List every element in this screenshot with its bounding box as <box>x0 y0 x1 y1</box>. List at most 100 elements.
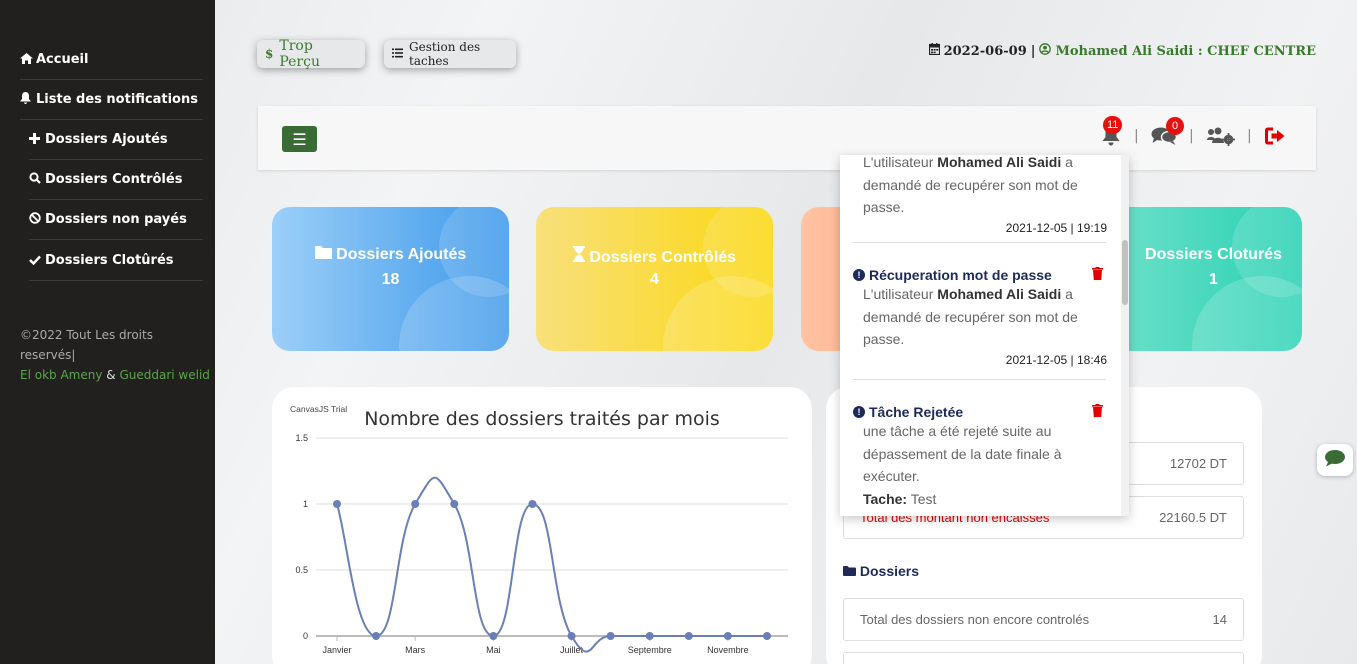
chart-data-point[interactable] <box>567 632 576 640</box>
chart-y-tick-label: 0 <box>303 631 308 641</box>
trash-icon[interactable] <box>1092 267 1103 283</box>
sign-out-icon <box>1265 127 1287 149</box>
chart-title: Nombre des dossiers traités par mois <box>364 408 720 430</box>
stat-card-value: 18 <box>381 271 400 288</box>
notification-divider <box>853 379 1106 380</box>
stat-row-value: 12702 DT <box>1169 456 1227 471</box>
ban-icon <box>29 212 43 227</box>
notification-body-prefix: L'utilisateur <box>863 286 934 302</box>
chart-data-point[interactable] <box>606 632 615 640</box>
sidebar-item-label: Liste des notifications <box>36 92 198 107</box>
trash-icon[interactable] <box>1092 404 1103 420</box>
sidebar-item-label: Dossiers Clotûrés <box>45 253 174 268</box>
top-navbar: ☰ 11 | 0 | | <box>258 106 1316 170</box>
chart-x-tick-label: Mai <box>486 645 501 655</box>
stat-card-dossiers-ajoutes[interactable]: Dossiers Ajoutés 18 <box>272 207 509 351</box>
stat-row-value: 14 <box>1212 612 1227 627</box>
sidebar-item-label: Dossiers non payés <box>45 212 187 227</box>
sidebar-item-label: Accueil <box>36 52 89 67</box>
notification-task: Tache: Test <box>853 488 1107 511</box>
sidebar-item-accueil[interactable]: Accueil <box>20 40 203 80</box>
dossiers-heading-label: Dossiers <box>859 563 920 579</box>
stat-card-title: Dossiers Ajoutés <box>336 246 467 263</box>
chart-data-point[interactable] <box>723 632 732 640</box>
chart-y-tick-label: 1.5 <box>295 433 308 443</box>
user-name-role[interactable]: Mohamed Ali Saidi : CHEF CENTRE <box>1055 44 1316 59</box>
gestion-taches-label: Gestion des taches <box>409 40 481 68</box>
notification-title: Récuperation mot de passe <box>869 267 1052 283</box>
chart-watermark: CanvasJS Trial <box>290 404 347 414</box>
chat-widget-button[interactable] <box>1317 444 1353 476</box>
dollar-icon: $ <box>265 47 274 61</box>
folder-icon <box>314 246 336 263</box>
chart-data-point[interactable] <box>333 500 341 508</box>
logout-button[interactable] <box>1264 125 1288 151</box>
notification-task-label: Tache: <box>863 490 908 507</box>
chart-x-tick-label: Septembre <box>628 645 672 655</box>
line-chart: CanvasJS Trial Nombre des dossiers trait… <box>290 404 788 655</box>
notification-item[interactable]: ! Récuperation mot de passe L'utilisateu… <box>853 267 1107 367</box>
info-circle-icon: ! <box>853 406 865 418</box>
chart-data-point[interactable] <box>528 500 537 508</box>
sidebar-item-dossiers-ajoutes[interactable]: Dossiers Ajoutés <box>29 120 203 160</box>
stat-card-title: Dossiers Cloturés <box>1145 246 1282 263</box>
author-link-2[interactable]: Gueddari welid <box>119 368 209 382</box>
current-date: 2022-06-09 <box>943 43 1027 59</box>
notification-body-prefix: L'utilisateur <box>863 155 934 170</box>
scrollbar-thumb[interactable] <box>1122 240 1128 305</box>
check-icon <box>29 254 43 268</box>
notification-divider <box>853 242 1106 243</box>
calendar-icon <box>928 43 940 59</box>
sidebar-item-dossiers-non-payes[interactable]: Dossiers non payés <box>29 200 203 240</box>
navbar-separator: | <box>1247 128 1252 144</box>
plus-icon <box>29 132 43 147</box>
stat-row <box>843 652 1244 664</box>
chart-data-point[interactable] <box>684 632 693 640</box>
stat-card-value: 4 <box>650 271 659 288</box>
search-icon <box>29 172 43 187</box>
dossiers-heading: Dossiers <box>843 563 919 579</box>
folder-icon <box>843 563 860 579</box>
notification-body: L'utilisateur Mohamed Ali Saidi a demand… <box>853 283 1107 351</box>
sidebar-item-notifications[interactable]: Liste des notifications <box>20 80 203 120</box>
trop-percu-button[interactable]: $ Trop Perçu <box>257 38 365 70</box>
notification-body: une tâche a été rejeté suite au dépassem… <box>863 423 1062 484</box>
author-link-1[interactable]: El okb Ameny <box>20 368 102 382</box>
sidebar-item-label: Dossiers Contrôlés <box>45 172 183 187</box>
info-circle-icon: ! <box>853 269 865 281</box>
author-separator: & <box>106 368 116 382</box>
chart-data-point[interactable] <box>372 632 381 640</box>
notification-title: Tâche Rejetée <box>869 404 964 420</box>
notification-body-user: Mohamed Ali Saidi <box>937 286 1062 302</box>
notification-item[interactable]: ! Tâche Rejetée une tâche a été rejeté s… <box>853 404 1107 510</box>
stat-row: Total des dossiers non encore controlés … <box>843 598 1244 641</box>
message-count-badge: 0 <box>1166 117 1184 135</box>
bell-icon <box>20 92 34 107</box>
header-separator: | <box>1030 43 1036 59</box>
chart-data-point[interactable] <box>645 632 654 640</box>
chart-data-point[interactable] <box>450 500 459 508</box>
chart-data-point[interactable] <box>763 632 771 640</box>
sidebar-item-dossiers-clotures[interactable]: Dossiers Clotûrés <box>29 241 203 281</box>
dropdown-scrollbar[interactable] <box>1121 155 1129 516</box>
notification-timestamp: 2021-12-05 | 19:19 <box>1005 220 1107 235</box>
sidebar-item-dossiers-controles[interactable]: Dossiers Contrôlés <box>29 160 203 200</box>
chart-x-tick-label: Janvier <box>322 645 351 655</box>
sidebar: Accueil Liste des notifications Dossiers… <box>0 0 215 664</box>
trop-percu-label: Trop Perçu <box>279 38 320 70</box>
chart-x-tick-label: Mars <box>405 645 425 655</box>
hamburger-icon: ☰ <box>292 129 307 149</box>
gestion-taches-button[interactable]: Gestion des taches <box>384 40 516 68</box>
chart-x-tick-label: Novembre <box>707 645 749 655</box>
notifications-dropdown[interactable]: L'utilisateur Mohamed Ali Saidi a demand… <box>840 155 1129 516</box>
users-settings-button[interactable] <box>1206 125 1236 151</box>
stat-card-dossiers-controles[interactable]: Dossiers Contrôlés 4 <box>536 207 773 351</box>
chart-y-tick-label: 0.5 <box>295 565 308 575</box>
chart-data-point[interactable] <box>489 632 498 640</box>
sidebar-footer: ©2022 Tout Les droits reservés| El okb A… <box>20 325 210 385</box>
menu-toggle-button[interactable]: ☰ <box>282 126 317 152</box>
stat-card-title: Dossiers Contrôlés <box>589 249 737 266</box>
copyright-text: ©2022 Tout Les droits reservés| <box>20 328 153 362</box>
chart-data-point[interactable] <box>411 500 420 508</box>
notification-item: L'utilisateur Mohamed Ali Saidi a demand… <box>853 155 1107 235</box>
